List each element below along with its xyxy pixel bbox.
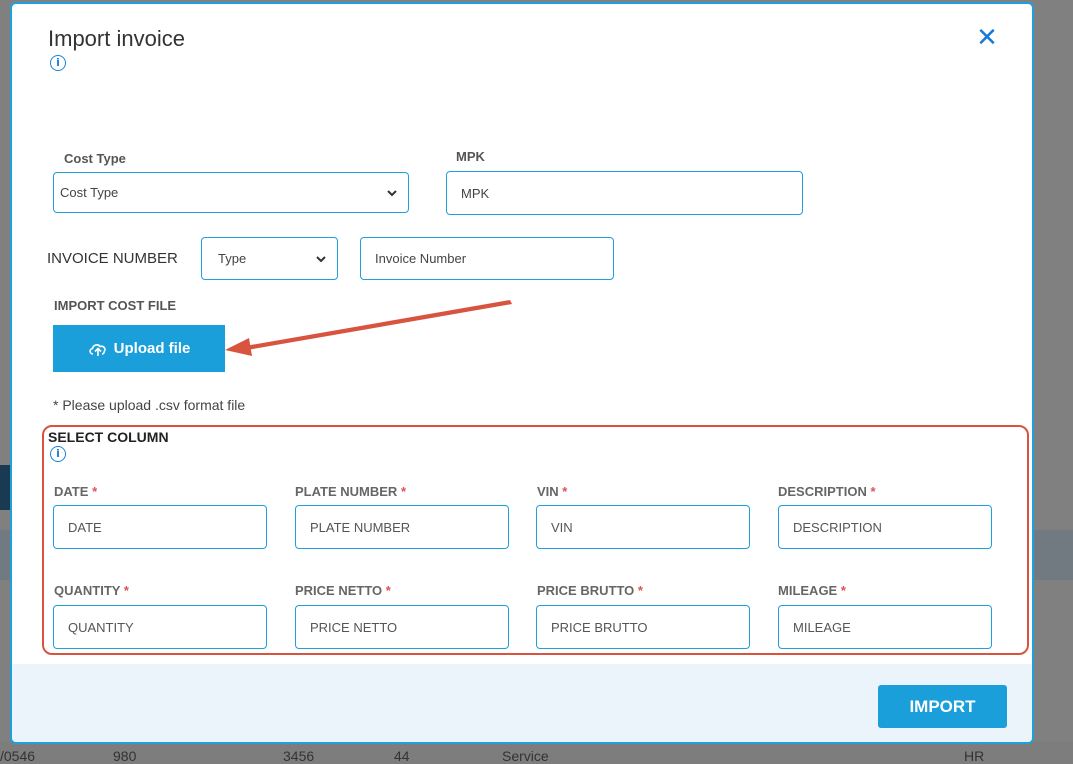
mpk-input[interactable]: MPK — [446, 171, 803, 215]
background-cell: HR — [964, 748, 985, 764]
vin-input[interactable]: VIN — [536, 505, 750, 549]
background-cell: 3456 — [283, 748, 315, 764]
description-input[interactable]: DESCRIPTION — [778, 505, 992, 549]
select-column-title: SELECT COLUMN — [48, 429, 169, 445]
plate-number-label: PLATE NUMBER * — [295, 484, 406, 499]
price-netto-label: PRICE NETTO * — [295, 583, 391, 598]
upload-hint: * Please upload .csv format file — [53, 397, 246, 413]
chevron-down-icon — [387, 189, 397, 196]
close-icon[interactable]: ✕ — [974, 24, 1000, 50]
background-cell: 980 — [113, 748, 137, 764]
date-label: DATE * — [54, 484, 98, 499]
invoice-number-placeholder: Invoice Number — [375, 251, 467, 266]
invoice-type-select[interactable]: Type — [201, 237, 338, 280]
price-brutto-label: PRICE BRUTTO * — [537, 583, 643, 598]
upload-file-button[interactable]: Upload file — [53, 325, 225, 372]
mpk-placeholder: MPK — [461, 185, 490, 201]
cost-type-label: Cost Type — [64, 151, 126, 166]
modal-title: Import invoice — [48, 26, 185, 51]
background-panel — [0, 465, 10, 510]
info-icon[interactable]: i — [50, 446, 66, 462]
vin-label: VIN * — [537, 484, 568, 499]
price-brutto-input[interactable]: PRICE BRUTTO — [536, 605, 750, 649]
background-cell: Service — [502, 748, 549, 764]
invoice-type-value: Type — [218, 251, 247, 266]
info-icon[interactable]: i — [50, 55, 66, 71]
background-cell: /0546 — [0, 748, 36, 764]
background-cell: 44 — [394, 748, 410, 764]
cost-type-select[interactable]: Cost Type — [53, 172, 409, 213]
mpk-label: MPK — [456, 149, 485, 164]
import-invoice-modal: Import invoice i ✕ Cost Type Cost Type M… — [10, 2, 1034, 744]
invoice-number-label: INVOICE NUMBER — [47, 250, 178, 267]
mileage-input[interactable]: MILEAGE — [778, 605, 992, 649]
annotation-arrow — [225, 300, 512, 356]
mileage-label: MILEAGE * — [778, 583, 846, 598]
upload-file-label: Upload file — [113, 340, 191, 357]
cloud-upload-icon — [88, 343, 106, 356]
date-input[interactable]: DATE — [53, 505, 267, 549]
description-label: DESCRIPTION * — [778, 484, 876, 499]
invoice-number-input[interactable]: Invoice Number — [360, 237, 614, 280]
import-button[interactable]: IMPORT — [878, 685, 1007, 728]
quantity-input[interactable]: QUANTITY — [53, 605, 267, 649]
import-cost-file-label: IMPORT COST FILE — [54, 298, 177, 313]
price-netto-input[interactable]: PRICE NETTO — [295, 605, 509, 649]
plate-number-input[interactable]: PLATE NUMBER — [295, 505, 509, 549]
quantity-label: QUANTITY * — [54, 583, 129, 598]
chevron-down-icon — [316, 255, 326, 262]
cost-type-value: Cost Type — [60, 185, 119, 200]
